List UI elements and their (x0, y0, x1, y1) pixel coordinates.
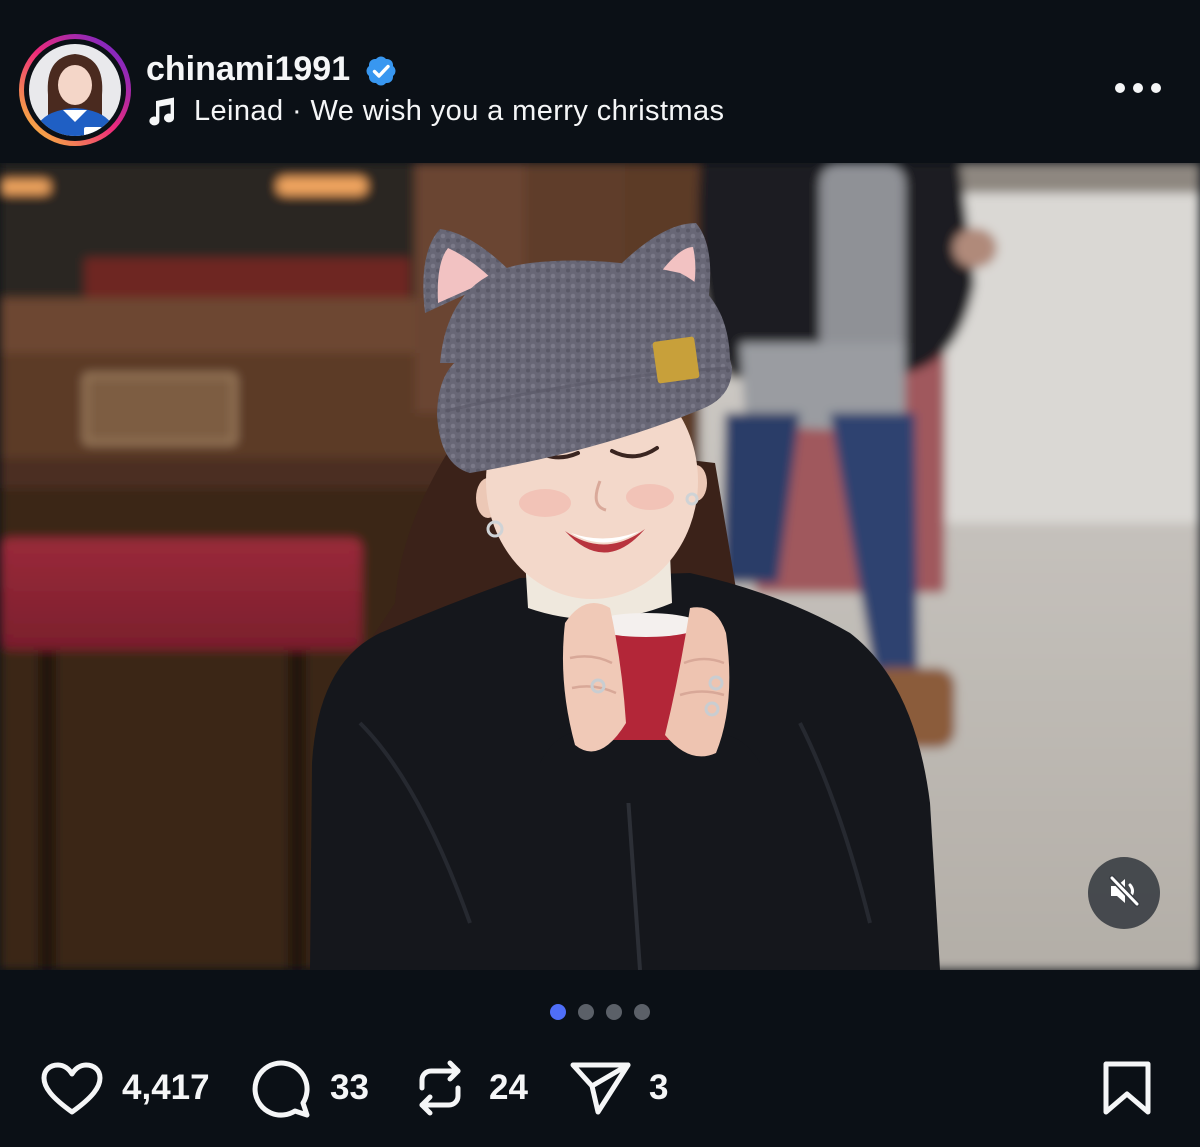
post-media[interactable] (0, 163, 1200, 970)
send-icon[interactable] (568, 1060, 632, 1116)
mute-toggle-button[interactable] (1088, 857, 1160, 929)
heart-icon[interactable] (40, 1061, 104, 1117)
music-note-icon (146, 95, 178, 127)
comment-count[interactable]: 33 (330, 1068, 369, 1108)
username[interactable]: chinami1991 (146, 49, 350, 89)
carousel-dot-active (550, 1004, 566, 1020)
comment-icon[interactable] (250, 1058, 312, 1120)
carousel-dot (634, 1004, 650, 1020)
post-photo (0, 163, 1200, 970)
repost-count[interactable]: 24 (489, 1068, 528, 1108)
carousel-dot (578, 1004, 594, 1020)
profile-avatar[interactable] (18, 33, 132, 147)
post-header: chinami1991 Leinad · We wish you a merry… (0, 0, 1200, 163)
speaker-muted-icon (1104, 871, 1144, 916)
music-track-link[interactable]: Leinad · We wish you a merry christmas (194, 94, 724, 128)
avatar-photo (29, 44, 121, 136)
carousel-indicator (0, 1004, 1200, 1020)
carousel-dot (606, 1004, 622, 1020)
more-options-icon[interactable] (1108, 76, 1168, 100)
repost-icon[interactable] (412, 1058, 468, 1118)
share-count[interactable]: 3 (649, 1068, 668, 1108)
bookmark-icon[interactable] (1102, 1060, 1152, 1116)
like-count[interactable]: 4,417 (122, 1068, 210, 1108)
verified-badge-icon (364, 54, 398, 88)
